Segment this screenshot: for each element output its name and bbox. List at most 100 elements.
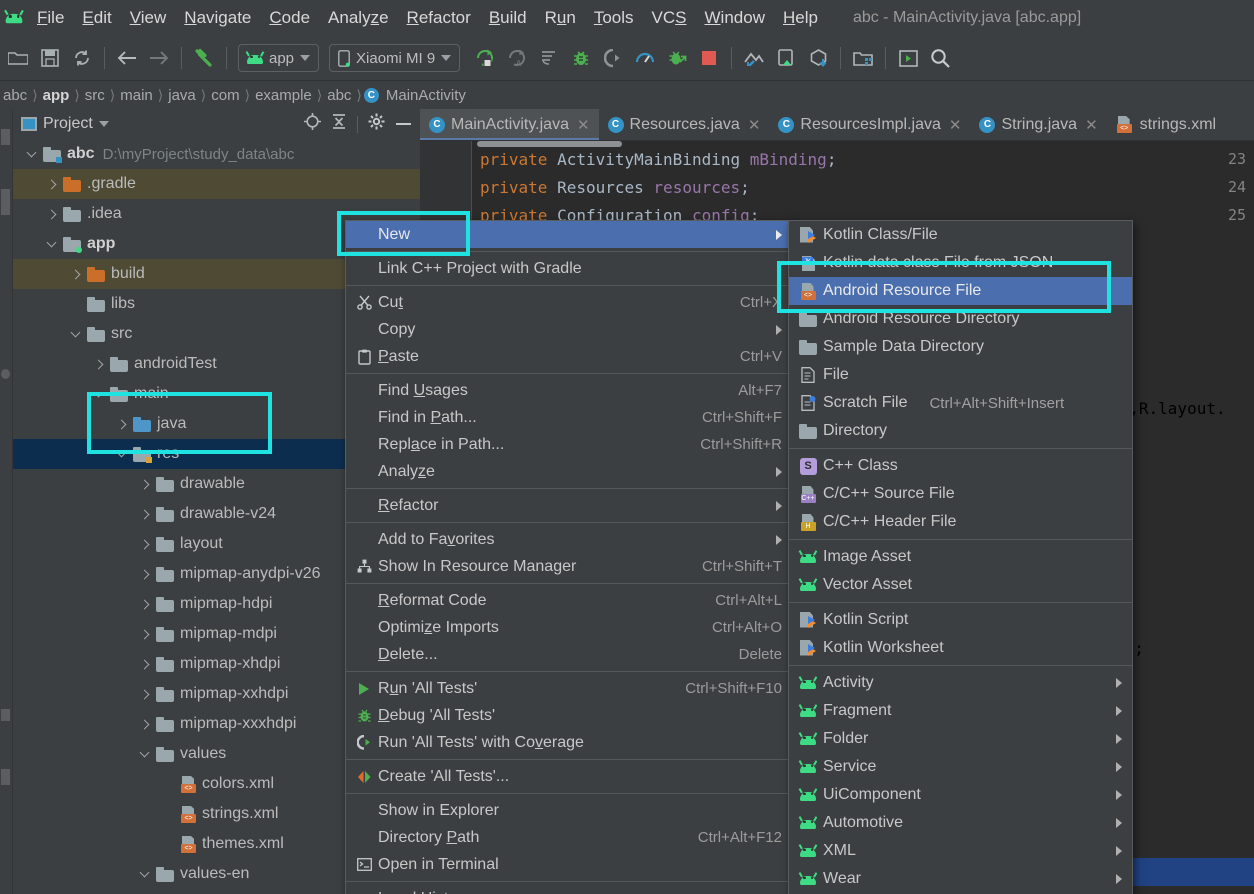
- menu-item-local-history[interactable]: Local History: [346, 885, 794, 894]
- menu-item-paste[interactable]: Paste Ctrl+V: [346, 343, 794, 370]
- submenu-item-vector-asset[interactable]: Vector Asset: [789, 571, 1132, 599]
- tree-item-gradle[interactable]: .gradle: [13, 169, 420, 199]
- chevron-down-icon[interactable]: [115, 448, 128, 461]
- chevron-right-icon[interactable]: [138, 478, 151, 491]
- menu-item-copy[interactable]: Copy: [346, 316, 794, 343]
- menu-item-debug-all-tests[interactable]: Debug 'All Tests': [346, 702, 794, 729]
- build-hammer-icon[interactable]: [189, 43, 219, 73]
- submenu-item-kotlin-class-file[interactable]: Kotlin Class/File: [789, 221, 1132, 249]
- chevron-down-icon[interactable]: [69, 328, 82, 341]
- project-structure-icon[interactable]: [848, 43, 878, 73]
- tab-resources-impl-java[interactable]: C ResourcesImpl.java ✕: [769, 109, 970, 140]
- submenu-item-xml[interactable]: XML: [789, 837, 1132, 865]
- breadcrumb-item-6[interactable]: example: [252, 87, 315, 104]
- stop-icon[interactable]: [694, 43, 724, 73]
- menu-code[interactable]: Code: [260, 6, 319, 30]
- menu-window[interactable]: Window: [696, 6, 774, 30]
- submenu-item-uicomponent[interactable]: UiComponent: [789, 781, 1132, 809]
- submenu-item-file[interactable]: File: [789, 361, 1132, 389]
- menu-item-find-in-path[interactable]: Find in Path... Ctrl+Shift+F: [346, 404, 794, 431]
- submenu-item-fragment[interactable]: Fragment: [789, 697, 1132, 725]
- close-icon[interactable]: ✕: [949, 116, 962, 134]
- menu-navigate[interactable]: Navigate: [175, 6, 260, 30]
- menu-item-run-all-tests[interactable]: Run 'All Tests' Ctrl+Shift+F10: [346, 675, 794, 702]
- menu-item-cut[interactable]: Cut Ctrl+X: [346, 289, 794, 316]
- menu-item-find-usages[interactable]: Find Usages Alt+F7: [346, 377, 794, 404]
- submenu-item-android-resource-file[interactable]: <> Android Resource File: [789, 277, 1132, 305]
- save-icon[interactable]: [35, 43, 65, 73]
- menu-item-delete[interactable]: Delete... Delete: [346, 641, 794, 668]
- module-selector[interactable]: app: [238, 44, 320, 72]
- submenu-item-kotlin-data-class-from-json[interactable]: JK Kotlin data class File from JSON: [789, 249, 1132, 277]
- settings-gear-icon[interactable]: [368, 113, 385, 135]
- chevron-down-icon[interactable]: [92, 388, 105, 401]
- menu-item-analyze[interactable]: Analyze: [346, 458, 794, 485]
- horizontal-scrollbar[interactable]: [477, 141, 622, 147]
- open-folder-icon[interactable]: [3, 43, 33, 73]
- run-icon[interactable]: [470, 43, 500, 73]
- chevron-right-icon[interactable]: [115, 418, 128, 431]
- breadcrumb-item-4[interactable]: java: [165, 87, 199, 104]
- chevron-down-icon[interactable]: [45, 238, 58, 251]
- submenu-item-cpp-source-file[interactable]: C++ C/C++ Source File: [789, 480, 1132, 508]
- locate-icon[interactable]: [304, 113, 321, 135]
- chevron-down-icon[interactable]: [25, 148, 38, 161]
- chevron-right-icon[interactable]: [138, 538, 151, 551]
- submenu-item-folder[interactable]: Folder: [789, 725, 1132, 753]
- chevron-right-icon[interactable]: [45, 178, 58, 191]
- chevron-right-icon[interactable]: [138, 598, 151, 611]
- menu-run[interactable]: Run: [536, 6, 585, 30]
- menu-item-replace-in-path[interactable]: Replace in Path... Ctrl+Shift+R: [346, 431, 794, 458]
- menu-item-reformat-code[interactable]: Reformat Code Ctrl+Alt+L: [346, 587, 794, 614]
- submenu-item-kotlin-script[interactable]: Kotlin Script: [789, 606, 1132, 634]
- submenu-item-cpp-class[interactable]: S C++ Class: [789, 452, 1132, 480]
- chevron-right-icon[interactable]: [138, 568, 151, 581]
- menu-help[interactable]: Help: [774, 6, 827, 30]
- chevron-right-icon[interactable]: [138, 718, 151, 731]
- chevron-down-icon[interactable]: [98, 121, 109, 127]
- chevron-right-icon[interactable]: [138, 628, 151, 641]
- submenu-item-kotlin-worksheet[interactable]: Kotlin Worksheet: [789, 634, 1132, 662]
- menu-vcs[interactable]: VCS: [643, 6, 696, 30]
- menu-view[interactable]: View: [121, 6, 176, 30]
- submenu-item-sample-data-directory[interactable]: Sample Data Directory: [789, 333, 1132, 361]
- tool-window-stripe[interactable]: [0, 109, 13, 894]
- sdk-manager-icon[interactable]: [739, 43, 769, 73]
- breadcrumb-item-0[interactable]: abc: [0, 87, 30, 104]
- menu-item-open-in-terminal[interactable]: Open in Terminal: [346, 851, 794, 878]
- tab-strings-xml[interactable]: <> strings.xml: [1107, 109, 1225, 140]
- chevron-right-icon[interactable]: [92, 358, 105, 371]
- chevron-right-icon[interactable]: [45, 208, 58, 221]
- profiler-icon[interactable]: [630, 43, 660, 73]
- menu-tools[interactable]: Tools: [585, 6, 643, 30]
- breadcrumb-item-3[interactable]: main: [117, 87, 156, 104]
- chevron-right-icon[interactable]: [138, 658, 151, 671]
- close-icon[interactable]: ✕: [577, 116, 590, 134]
- close-icon[interactable]: ✕: [748, 116, 761, 134]
- chevron-right-icon[interactable]: [138, 688, 151, 701]
- menu-item-new[interactable]: New: [346, 221, 794, 248]
- sync-icon[interactable]: [67, 43, 97, 73]
- device-selector[interactable]: Xiaomi MI 9: [329, 44, 461, 72]
- menu-file[interactable]: File: [28, 6, 73, 30]
- search-everywhere-icon[interactable]: [925, 43, 955, 73]
- chevron-right-icon[interactable]: [138, 508, 151, 521]
- breadcrumb-leaf[interactable]: MainActivity: [383, 87, 469, 104]
- chevron-down-icon[interactable]: [138, 748, 151, 761]
- breadcrumb-item-1[interactable]: app: [40, 87, 73, 104]
- back-arrow-icon[interactable]: [112, 43, 142, 73]
- minimize-icon[interactable]: [395, 115, 412, 133]
- menu-item-show-in-resource-manager[interactable]: Show In Resource Manager Ctrl+Shift+T: [346, 553, 794, 580]
- chevron-down-icon[interactable]: [138, 868, 151, 881]
- tab-main-activity-java[interactable]: C MainActivity.java ✕: [420, 109, 599, 140]
- chevron-right-icon[interactable]: [69, 268, 82, 281]
- menu-analyze[interactable]: Analyze: [319, 6, 398, 30]
- avd-manager-icon[interactable]: [771, 43, 801, 73]
- menu-item-link-cpp-project[interactable]: Link C++ Project with Gradle: [346, 255, 794, 282]
- sync-gradle-icon[interactable]: [803, 43, 833, 73]
- submenu-item-automotive[interactable]: Automotive: [789, 809, 1132, 837]
- submenu-item-scratch-file[interactable]: Scratch File Ctrl+Alt+Shift+Insert: [789, 389, 1132, 417]
- context-menu[interactable]: New Link C++ Project with Gradle Cut Ctr…: [345, 220, 795, 894]
- tab-string-java[interactable]: C String.java ✕: [970, 109, 1106, 140]
- menu-refactor[interactable]: Refactor: [398, 6, 480, 30]
